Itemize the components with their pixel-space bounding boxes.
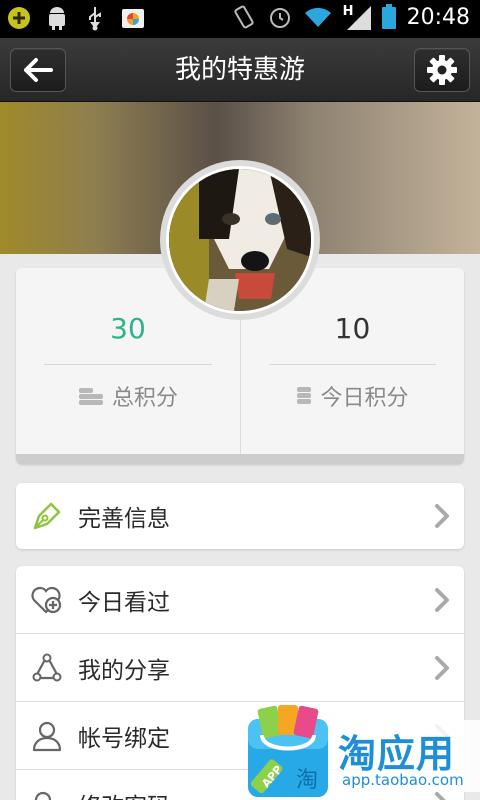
- menu-item-my-shares[interactable]: 我的分享: [16, 634, 464, 702]
- key-icon: [30, 787, 64, 800]
- gear-icon: [427, 55, 457, 85]
- settings-button[interactable]: [414, 48, 470, 92]
- share-icon: [30, 651, 64, 685]
- shopping-bag-logo: APP 淘: [248, 705, 328, 797]
- chevron-right-icon: [435, 504, 449, 528]
- bag-char-text: 淘: [296, 768, 318, 793]
- vibrate-icon: [233, 5, 254, 29]
- coins-icon: [78, 388, 103, 405]
- divider: [44, 364, 212, 365]
- back-arrow-icon: [24, 58, 53, 82]
- menu-item-viewed-today[interactable]: 今日看过: [16, 566, 464, 634]
- battery-icon: [381, 4, 396, 29]
- menu-item-complete-info[interactable]: 完善信息: [16, 483, 464, 549]
- complete-info-card: 完善信息: [16, 483, 464, 549]
- status-bar: H 20:48: [0, 0, 480, 38]
- signal-icon: H: [343, 4, 371, 30]
- app-icon: [120, 5, 146, 31]
- heart-plus-icon: [30, 583, 64, 617]
- chevron-right-icon: [435, 655, 449, 680]
- usb-icon: [82, 5, 108, 31]
- alarm-icon: [269, 8, 290, 28]
- today-points-value: 10: [334, 312, 371, 345]
- pen-icon: [30, 499, 64, 533]
- dog-avatar-image: [169, 169, 311, 311]
- watermark-brand: 淘应用: [338, 732, 456, 776]
- divider: [269, 364, 436, 365]
- back-button[interactable]: [10, 48, 66, 92]
- menu-item-label: 修改密码: [78, 787, 170, 800]
- user-icon: [30, 719, 64, 753]
- chevron-right-icon: [435, 587, 449, 612]
- watermark-url: app.taobao.com: [342, 771, 464, 789]
- menu-item-label: 完善信息: [78, 506, 170, 532]
- android-debug-icon: [44, 5, 70, 31]
- menu-item-label: 今日看过: [78, 589, 170, 616]
- wifi-icon: [304, 7, 331, 27]
- menu-item-label: 帐号绑定: [78, 725, 170, 752]
- avatar[interactable]: [166, 166, 314, 314]
- page-title: 我的特惠游: [174, 55, 305, 85]
- total-points-value: 30: [110, 312, 146, 345]
- status-clock: 20:48: [406, 4, 470, 30]
- menu-item-label: 我的分享: [78, 657, 170, 684]
- taobao-app-watermark: APP 淘 淘应用 app.taobao.com: [242, 705, 480, 800]
- title-bar: 我的特惠游: [0, 38, 480, 102]
- add-icon: [6, 5, 32, 31]
- total-points-label: 总积分: [111, 386, 178, 411]
- coin-stack-icon: [297, 387, 312, 404]
- today-points-label: 今日积分: [320, 386, 409, 411]
